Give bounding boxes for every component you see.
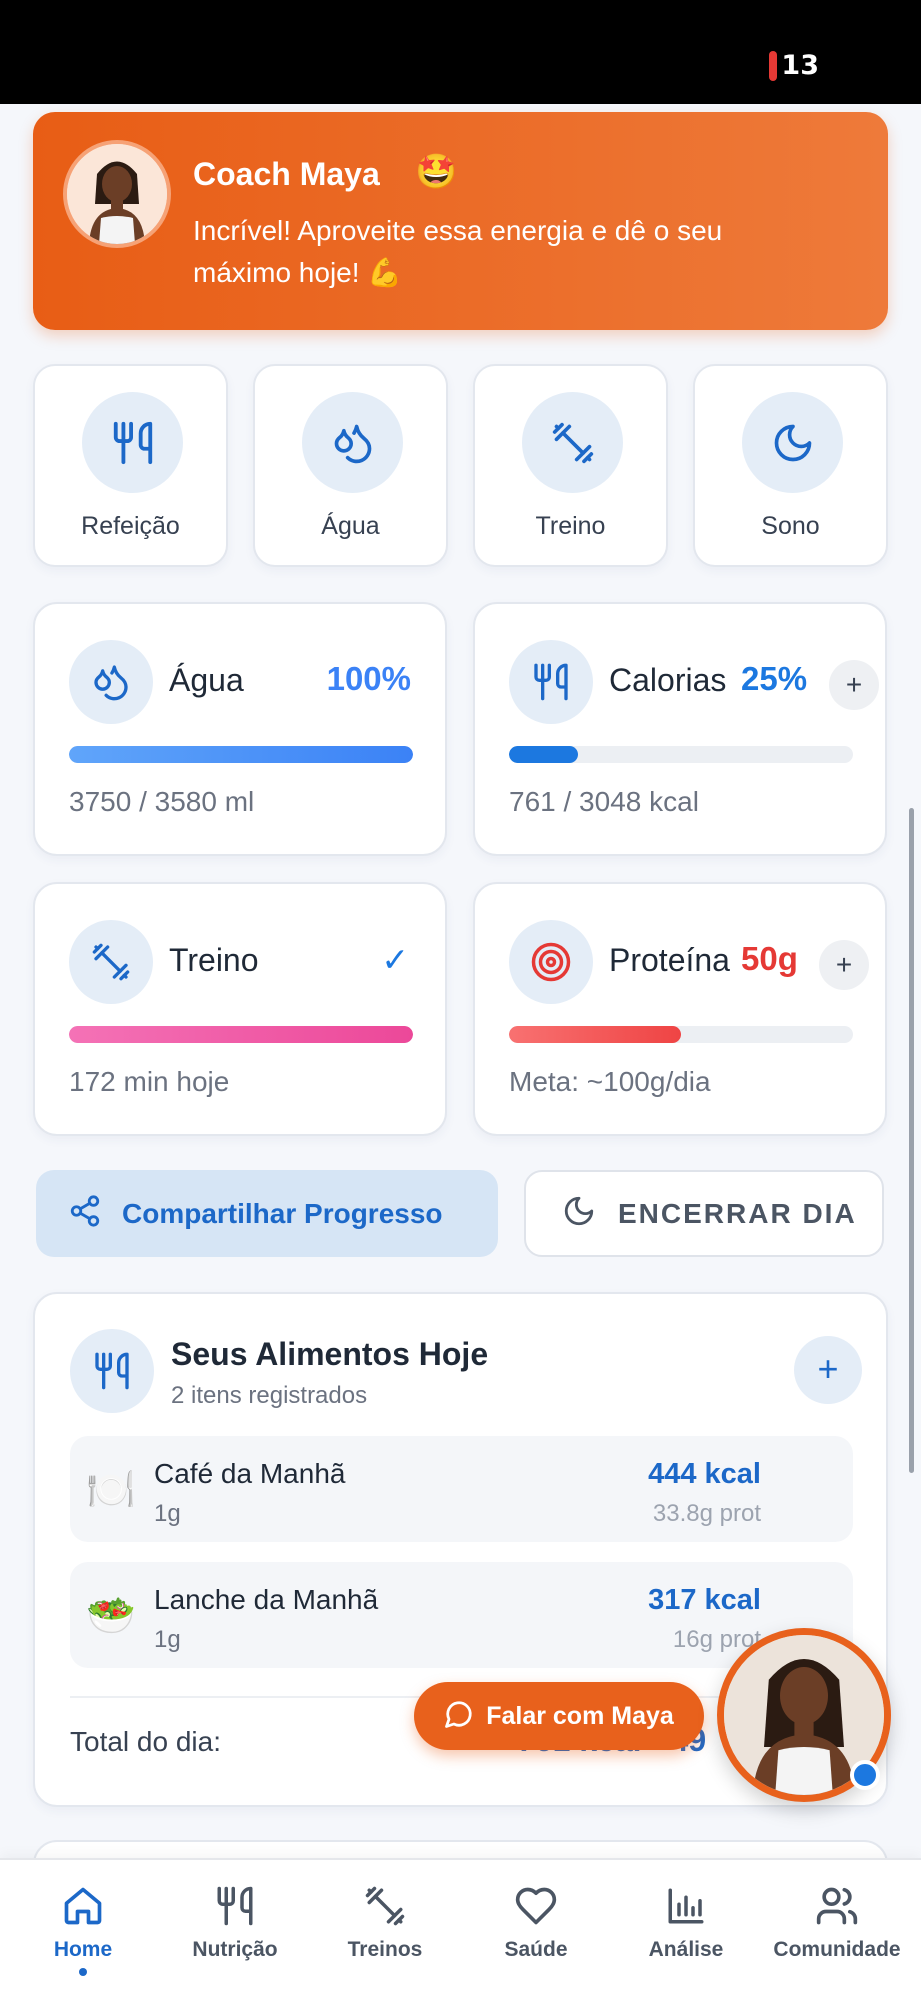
coach-name: Coach Maya [193,156,380,192]
tab-health[interactable]: Saúde [461,1882,611,1962]
tab-label: Nutrição [192,1938,278,1961]
workout-progress-fill [69,1026,413,1043]
food-protein: 33.8g prot [652,1500,761,1527]
water-title: Água [169,662,244,698]
food-name: Café da Manhã [154,1458,346,1489]
protein-detail: Meta: ~100g/dia [509,1066,711,1097]
home-icon [8,1882,158,1930]
food-item[interactable]: 🥗 Lanche da Manhã 1g 317 kcal 16g prot [70,1562,853,1668]
water-drops-icon [302,392,403,493]
protein-progress-track [509,1026,853,1043]
quick-action-label: Sono [761,512,820,540]
tab-nutrition[interactable]: Nutrição [160,1882,310,1962]
battery-level: 13 [781,50,819,81]
protein-value: 50g [741,940,798,977]
fork-knife-icon [509,640,593,724]
quick-action-label: Treino [535,512,606,540]
tab-label: Análise [648,1938,724,1961]
moon-icon [742,392,843,493]
fork-knife-icon [160,1882,310,1930]
chat-bubble-icon [444,1699,474,1734]
star-struck-emoji: 🤩 [415,153,458,191]
coach-banner[interactable]: Coach Maya 🤩 Incrível! Aproveite essa en… [33,112,888,330]
fork-knife-icon [82,392,183,493]
quick-action-meal[interactable]: Refeição [33,364,228,567]
tab-workouts[interactable]: Treinos [310,1882,460,1962]
share-progress-label: Compartilhar Progresso [122,1197,443,1229]
scrollbar[interactable] [909,808,914,1473]
water-progress-track [69,746,413,763]
food-quantity: 1g [154,1626,181,1653]
food-quantity: 1g [154,1500,181,1527]
protein-title: Proteína [609,942,730,978]
end-day-label: ENCERRAR DIA [618,1197,857,1229]
users-icon [762,1882,912,1930]
food-item[interactable]: 🍽️ Café da Manhã 1g 444 kcal 33.8g prot [70,1436,853,1542]
end-day-button[interactable]: ENCERRAR DIA [524,1170,884,1257]
protein-progress-fill [509,1026,681,1043]
water-stat-card[interactable]: Água 100% 3750 / 3580 ml [33,602,447,856]
food-name: Lanche da Manhã [154,1584,379,1615]
chat-label: Falar com Maya [486,1701,674,1730]
coach-message: Incrível! Aproveite essa energia e dê o … [193,215,723,288]
bar-chart-icon [611,1882,761,1930]
battery-indicator: 13 [769,50,819,81]
tab-label: Home [53,1938,113,1961]
quick-action-water[interactable]: Água [253,364,448,567]
workout-progress-track [69,1026,413,1043]
protein-stat-card[interactable]: Proteína 50g + Meta: ~100g/dia [473,882,887,1136]
fork-knife-icon [70,1329,154,1413]
calories-stat-card[interactable]: Calorias 25% + 761 / 3048 kcal [473,602,887,856]
chat-with-maya-button[interactable]: Falar com Maya [414,1682,704,1750]
quick-action-label: Refeição [81,512,180,540]
calories-add-button[interactable]: + [829,660,879,710]
tab-label: Comunidade [773,1938,901,1961]
protein-add-button[interactable]: + [819,940,869,990]
target-icon [509,920,593,1004]
calories-percent: 25% [741,660,808,697]
calories-progress-track [509,746,853,763]
water-detail: 3750 / 3580 ml [69,786,255,817]
quick-action-label: Água [321,512,380,540]
foods-count: 2 itens registrados [171,1382,368,1409]
tab-analysis[interactable]: Análise [611,1882,761,1962]
calories-progress-fill [509,746,578,763]
add-food-button[interactable]: + [794,1336,862,1404]
foods-title: Seus Alimentos Hoje [171,1336,489,1372]
share-icon [68,1194,102,1233]
salad-icon: 🥗 [86,1594,136,1638]
workout-detail: 172 min hoje [69,1066,230,1097]
status-bar: 13 [0,0,921,104]
bottom-tab-bar: Home Nutrição Treinos Saúde Análise Comu… [0,1858,921,2000]
online-status-dot [850,1760,880,1790]
heart-icon [461,1882,611,1930]
dumbbell-icon [522,392,623,493]
quick-action-workout[interactable]: Treino [473,364,668,567]
workout-stat-card[interactable]: Treino ✓ 172 min hoje [33,882,447,1136]
share-progress-button[interactable]: Compartilhar Progresso [36,1170,498,1257]
tab-label: Saúde [504,1938,568,1961]
battery-icon [769,50,778,81]
moon-icon [562,1194,596,1233]
dumbbell-icon [69,920,153,1004]
quick-action-sleep[interactable]: Sono [693,364,888,567]
calories-title: Calorias [609,662,727,698]
water-drops-icon [69,640,153,724]
calories-detail: 761 / 3048 kcal [509,786,699,817]
food-kcal: 444 kcal [648,1458,761,1490]
coach-avatar [63,140,171,248]
total-label: Total do dia: [70,1726,221,1757]
food-kcal: 317 kcal [648,1584,761,1616]
dumbbell-icon [310,1882,460,1930]
active-indicator [79,1968,87,1976]
water-percent: 100% [326,660,411,697]
workout-title: Treino [169,942,259,978]
plate-icon: 🍽️ [86,1468,136,1512]
tab-home[interactable]: Home [8,1882,158,1976]
tab-community[interactable]: Comunidade [762,1882,912,1962]
tab-label: Treinos [347,1938,423,1961]
water-progress-fill [69,746,413,763]
check-icon: ✓ [381,941,409,978]
